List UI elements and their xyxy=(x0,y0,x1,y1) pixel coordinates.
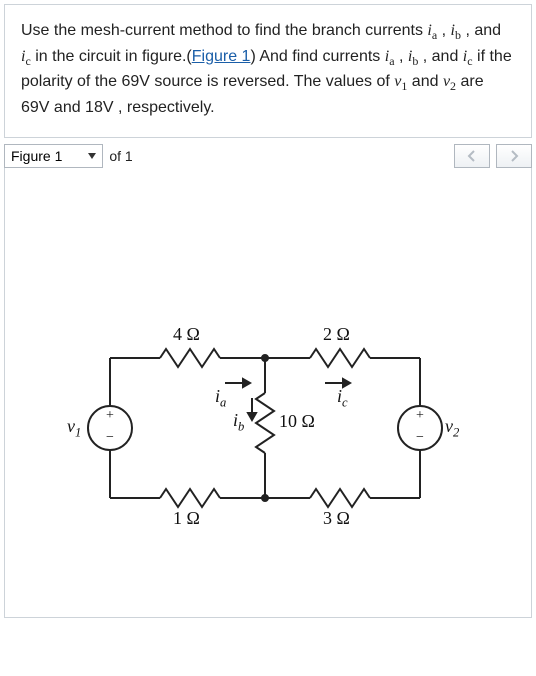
v1-plus: + xyxy=(106,408,114,424)
label-v1: v1 xyxy=(67,416,81,441)
figure-toolbar: Figure 1 of 1 xyxy=(4,138,532,168)
text: Use the mesh-current method to find the … xyxy=(21,22,427,39)
text: , and xyxy=(418,48,462,65)
chevron-down-icon xyxy=(88,153,96,159)
text: , and xyxy=(461,22,501,39)
figure-count: of 1 xyxy=(109,148,132,164)
figure-link[interactable]: Figure 1 xyxy=(192,48,251,65)
label-r-1ohm: 1 Ω xyxy=(173,508,200,529)
v1-minus: − xyxy=(106,430,114,446)
figure-select[interactable]: Figure 1 xyxy=(4,144,103,168)
figure-select-label: Figure 1 xyxy=(11,148,62,164)
text: , xyxy=(437,22,450,39)
text: , xyxy=(395,48,408,65)
label-r-2ohm: 2 Ω xyxy=(323,324,350,345)
prev-figure-button[interactable] xyxy=(454,144,490,168)
v2-plus: + xyxy=(416,408,424,424)
problem-statement: Use the mesh-current method to find the … xyxy=(4,4,532,138)
chevron-right-icon xyxy=(509,150,519,162)
label-r-4ohm: 4 Ω xyxy=(173,324,200,345)
text: and xyxy=(407,73,443,90)
label-r-3ohm: 3 Ω xyxy=(323,508,350,529)
v2-minus: − xyxy=(416,430,424,446)
label-ib: ib xyxy=(233,410,244,435)
chevron-left-icon xyxy=(467,150,477,162)
var-v2: v xyxy=(443,73,450,90)
circuit-diagram: 4 Ω 2 Ω 10 Ω 1 Ω 3 Ω ia ic ib v1 v2 + − … xyxy=(65,318,465,538)
label-v2: v2 xyxy=(445,416,459,441)
label-ia: ia xyxy=(215,386,226,411)
label-r-10ohm: 10 Ω xyxy=(279,411,315,432)
label-ic: ic xyxy=(337,386,348,411)
text: ) And find currents xyxy=(250,48,384,65)
next-figure-button[interactable] xyxy=(496,144,532,168)
figure-panel: 4 Ω 2 Ω 10 Ω 1 Ω 3 Ω ia ic ib v1 v2 + − … xyxy=(4,168,532,618)
text: in the circuit in figure.( xyxy=(31,48,192,65)
